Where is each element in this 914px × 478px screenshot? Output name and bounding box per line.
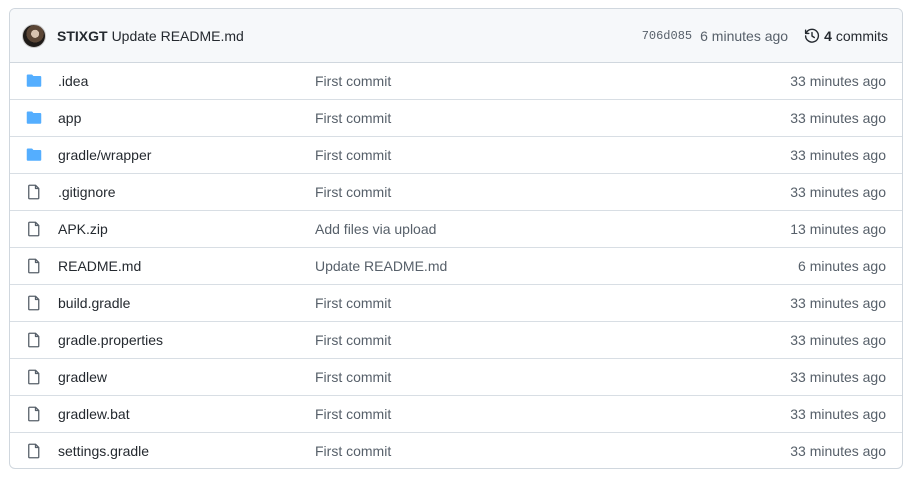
- avatar[interactable]: [22, 23, 46, 48]
- file-name-link[interactable]: .idea: [58, 73, 315, 89]
- commit-message[interactable]: Update README.md: [112, 28, 244, 44]
- file-commit-message[interactable]: First commit: [315, 443, 790, 459]
- file-row[interactable]: build.gradle First commit 33 minutes ago: [10, 284, 902, 321]
- file-commit-age: 33 minutes ago: [790, 443, 886, 459]
- file-row[interactable]: gradle/wrapper First commit 33 minutes ago: [10, 136, 902, 173]
- file-icon: [26, 369, 42, 385]
- file-row[interactable]: gradlew First commit 33 minutes ago: [10, 358, 902, 395]
- file-icon: [26, 406, 42, 422]
- latest-commit-bar: STIXGT Update README.md 706d085 6 minute…: [10, 9, 902, 63]
- file-commit-message[interactable]: First commit: [315, 110, 790, 126]
- file-commit-age: 33 minutes ago: [790, 73, 886, 89]
- file-commit-age: 33 minutes ago: [790, 406, 886, 422]
- file-name-link[interactable]: build.gradle: [58, 295, 315, 311]
- file-commit-message[interactable]: First commit: [315, 147, 790, 163]
- file-commit-message[interactable]: First commit: [315, 184, 790, 200]
- file-icon: [26, 443, 42, 459]
- file-icon: [26, 221, 42, 237]
- commit-count: 4: [824, 27, 832, 44]
- folder-icon: [26, 110, 42, 126]
- file-commit-message[interactable]: First commit: [315, 406, 790, 422]
- file-commit-message[interactable]: First commit: [315, 295, 790, 311]
- file-list: .idea First commit 33 minutes ago app First …: [10, 63, 902, 468]
- commit-time: 6 minutes ago: [700, 27, 789, 44]
- file-commit-message[interactable]: Update README.md: [315, 258, 798, 274]
- commit-author[interactable]: STIXGT: [57, 28, 108, 44]
- file-name-link[interactable]: .gitignore: [58, 184, 315, 200]
- file-commit-message[interactable]: First commit: [315, 369, 790, 385]
- file-browser: STIXGT Update README.md 706d085 6 minute…: [9, 8, 903, 469]
- file-row[interactable]: .idea First commit 33 minutes ago: [10, 63, 902, 99]
- file-name-link[interactable]: gradle/wrapper: [58, 147, 315, 163]
- file-name-link[interactable]: gradlew.bat: [58, 406, 315, 422]
- file-name-link[interactable]: gradlew: [58, 369, 315, 385]
- file-commit-age: 33 minutes ago: [790, 332, 886, 348]
- file-commit-message[interactable]: First commit: [315, 73, 790, 89]
- folder-icon: [26, 73, 42, 89]
- file-commit-age: 33 minutes ago: [790, 184, 886, 200]
- folder-icon: [26, 147, 42, 163]
- file-commit-age: 33 minutes ago: [790, 369, 886, 385]
- file-icon: [26, 258, 42, 274]
- file-commit-age: 33 minutes ago: [790, 110, 886, 126]
- file-name-link[interactable]: APK.zip: [58, 221, 315, 237]
- commit-meta: 706d085 6 minutes ago 4 commits: [642, 28, 888, 44]
- commit-sha[interactable]: 706d085: [642, 29, 692, 43]
- file-commit-age: 33 minutes ago: [790, 295, 886, 311]
- file-name-link[interactable]: README.md: [58, 258, 315, 274]
- file-name-link[interactable]: app: [58, 110, 315, 126]
- file-commit-age: 13 minutes ago: [790, 221, 886, 237]
- commit-count-label: commits: [835, 27, 888, 44]
- file-row[interactable]: APK.zip Add files via upload 13 minutes ag…: [10, 210, 902, 247]
- file-commit-age: 33 minutes ago: [790, 147, 886, 163]
- file-row[interactable]: .gitignore First commit 33 minutes ago: [10, 173, 902, 210]
- file-row[interactable]: settings.gradle First commit 33 minutes ag…: [10, 432, 902, 468]
- commit-history-link[interactable]: 4 commits: [804, 28, 888, 44]
- history-icon: [804, 28, 820, 43]
- file-icon: [26, 332, 42, 348]
- file-row[interactable]: gradlew.bat First commit 33 minutes ago: [10, 395, 902, 432]
- file-row[interactable]: app First commit 33 minutes ago: [10, 99, 902, 136]
- file-row[interactable]: gradle.properties First commit 33 minutes …: [10, 321, 902, 358]
- file-name-link[interactable]: gradle.properties: [58, 332, 315, 348]
- file-icon: [26, 184, 42, 200]
- file-commit-message[interactable]: First commit: [315, 332, 790, 348]
- file-row[interactable]: README.md Update README.md 6 minutes ago: [10, 247, 902, 284]
- file-commit-message[interactable]: Add files via upload: [315, 221, 790, 237]
- file-name-link[interactable]: settings.gradle: [58, 443, 315, 459]
- file-commit-age: 6 minutes ago: [798, 258, 886, 274]
- file-icon: [26, 295, 42, 311]
